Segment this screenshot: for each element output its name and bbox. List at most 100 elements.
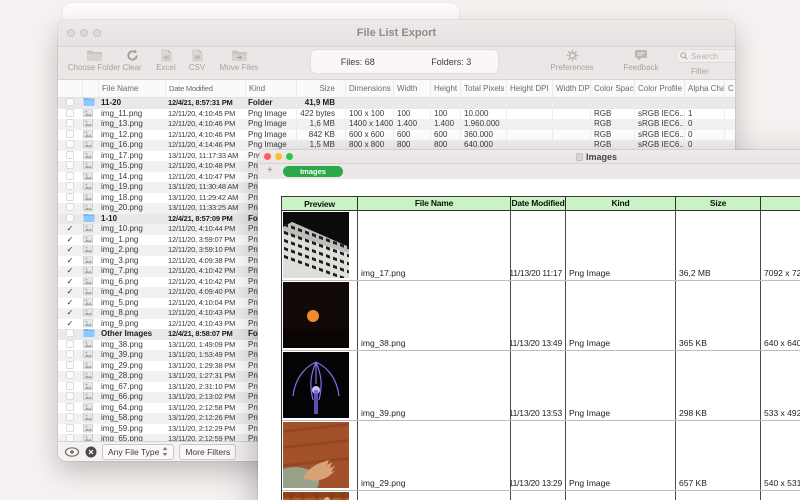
col-kind[interactable]: Kind	[566, 197, 676, 211]
preview-thumbnail[interactable]	[282, 281, 358, 350]
row-checkbox[interactable]: ✓	[58, 245, 82, 256]
row-checkbox[interactable]: ✓	[58, 329, 82, 340]
col-color-profile[interactable]: Color Profile	[634, 80, 684, 97]
row-checkbox[interactable]: ✓	[58, 224, 82, 235]
row-checkbox[interactable]: ✓	[58, 434, 82, 441]
preview-thumbnail[interactable]	[282, 351, 358, 420]
row-checkbox[interactable]: ✓	[58, 192, 82, 204]
image-file-icon	[83, 182, 93, 191]
add-sheet-button[interactable]: +	[267, 165, 273, 176]
row-checkbox[interactable]: ✓	[58, 298, 82, 309]
thumbnail-orange-hair	[283, 492, 349, 500]
col-width-dpi[interactable]: Width DPI	[552, 80, 590, 97]
row-checkbox[interactable]: ✓	[58, 108, 82, 120]
table-row[interactable]: ✓ img_16.png 12/11/20, 4:14:46 PM Png Im…	[58, 140, 735, 151]
row-checkbox[interactable]: ✓	[58, 161, 82, 172]
select-column-header[interactable]	[58, 80, 82, 97]
table-row[interactable]: img_17.png 11/13/20 11:17 Png Image 36,2…	[282, 211, 800, 281]
checkmark-icon: ✓	[66, 287, 74, 296]
row-checkbox[interactable]: ✓	[58, 182, 82, 193]
row-checkbox[interactable]: ✓	[58, 423, 82, 435]
checkbox-empty	[66, 192, 74, 201]
table-row[interactable]: ✓ 11-20 12/4/21, 8:57:31 PM Folder 41,9 …	[58, 98, 735, 109]
row-checkbox[interactable]: ✓	[58, 287, 82, 298]
tab-images[interactable]: Images	[283, 166, 343, 177]
col-kind[interactable]: Kind	[245, 80, 296, 97]
cell-date-modified	[511, 491, 566, 500]
col-preview[interactable]: Preview	[282, 197, 358, 211]
table-row[interactable]: img_29.png 11/13/20 13:29 Png Image 657 …	[282, 421, 800, 491]
row-checkbox[interactable]: ✓	[58, 402, 82, 414]
row-checkbox[interactable]: ✓	[58, 256, 82, 267]
row-checkbox[interactable]: ✓	[58, 98, 82, 109]
window2-titlebar[interactable]: Images	[258, 150, 800, 164]
col-total-pixels[interactable]: Total Pixels	[460, 80, 506, 97]
table-row[interactable]: img_39.png 11/13/20 13:53 Png Image 298 …	[282, 351, 800, 421]
cell-width	[393, 98, 430, 109]
row-checkbox[interactable]: ✓	[58, 119, 82, 130]
col-dimensions[interactable]: Dimensions	[345, 80, 393, 97]
desktop: File List Export Choose Folder Clear Exc…	[0, 0, 800, 500]
file-type-dropdown[interactable]: Any File Type	[102, 443, 175, 460]
row-checkbox[interactable]: ✓	[58, 266, 82, 277]
cell-date-modified: 13/11/20, 11:17:33 AM	[168, 150, 239, 160]
row-checkbox[interactable]: ✓	[58, 360, 82, 372]
cell-color-space	[590, 98, 634, 109]
row-checkbox[interactable]: ✓	[58, 392, 82, 403]
row-checkbox[interactable]: ✓	[58, 350, 82, 361]
col-height-dpi[interactable]: Height DPI	[506, 80, 552, 97]
row-checkbox[interactable]: ✓	[58, 203, 82, 214]
col-date-modified[interactable]: Date Modified	[165, 80, 245, 97]
col-date-modified[interactable]: Date Modified	[511, 197, 566, 211]
window1-titlebar[interactable]: File List Export	[58, 20, 735, 47]
preview-thumbnail[interactable]	[282, 491, 358, 500]
clear-button[interactable]: Clear	[116, 49, 148, 72]
clear-filter-icon[interactable]	[85, 446, 97, 458]
col-color-space[interactable]: Color Space	[590, 80, 634, 97]
preferences-button[interactable]: Preferences	[542, 49, 602, 72]
row-checkbox[interactable]: ✓	[58, 371, 82, 382]
table-row[interactable]: ✓ img_12.png 12/11/20, 4:10:46 PM Png Im…	[58, 129, 735, 141]
col-size[interactable]: Size	[676, 197, 761, 211]
col-size[interactable]: Size	[296, 80, 345, 97]
col-file-name[interactable]: File Name	[358, 197, 511, 211]
col-alpha-channel[interactable]: Alpha Chan...	[684, 80, 724, 97]
image-file-icon	[83, 255, 93, 265]
cell-file-name: img_19.png	[101, 182, 143, 191]
csv-button[interactable]: CSV	[182, 49, 212, 72]
table-row[interactable]: ✓ img_11.png 12/11/20, 4:10:45 PM Png Im…	[58, 108, 735, 120]
table-row[interactable]: ✓ img_13.png 12/11/20, 4:10:46 PM Png Im…	[58, 119, 735, 130]
row-checkbox[interactable]: ✓	[58, 319, 82, 330]
row-checkbox[interactable]: ✓	[58, 413, 82, 424]
move-files-button[interactable]: Move Files	[212, 49, 266, 72]
row-checkbox[interactable]: ✓	[58, 150, 82, 162]
more-filters-button[interactable]: More Filters	[179, 443, 237, 460]
table-row[interactable]: img_38.png 11/13/20 13:49 Png Image 365 …	[282, 281, 800, 351]
cell-date-modified: 13/11/20, 2:12:26 PM	[168, 413, 236, 422]
row-checkbox[interactable]: ✓	[58, 129, 82, 141]
row-checkbox[interactable]: ✓	[58, 308, 82, 319]
preview-thumbnail[interactable]	[282, 211, 358, 280]
row-checkbox[interactable]: ✓	[58, 235, 82, 246]
row-checkbox[interactable]: ✓	[58, 140, 82, 151]
table-row[interactable]	[282, 491, 800, 500]
preview-thumbnail[interactable]	[282, 421, 358, 490]
col-width[interactable]: Width	[393, 80, 430, 97]
search-input[interactable]: Search	[675, 49, 735, 63]
col-file-name[interactable]: File Name	[98, 80, 165, 97]
eye-icon[interactable]	[64, 446, 80, 458]
row-checkbox[interactable]: ✓	[58, 171, 82, 183]
row-checkbox[interactable]: ✓	[58, 381, 82, 393]
feedback-button[interactable]: Feedback	[611, 49, 671, 72]
row-checkbox[interactable]: ✓	[58, 277, 82, 288]
image-file-icon	[83, 423, 93, 433]
row-checkbox[interactable]: ✓	[58, 213, 82, 225]
choose-folder-button[interactable]: Choose Folder	[66, 49, 122, 72]
cell-kind: Png Image	[566, 421, 676, 490]
excel-button[interactable]: Excel	[150, 49, 182, 72]
col-c[interactable]: C	[724, 80, 735, 97]
col-dimensions[interactable]: Dimensions	[761, 197, 800, 211]
row-checkbox[interactable]: ✓	[58, 339, 82, 351]
sheet-tab-bar: + Images	[258, 164, 800, 180]
col-height[interactable]: Height	[430, 80, 460, 97]
